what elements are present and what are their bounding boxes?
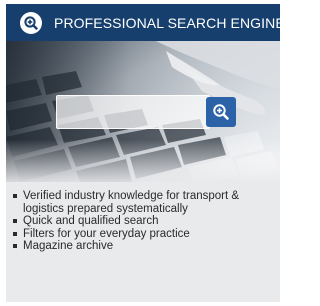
search-plus-icon bbox=[20, 11, 42, 34]
card-header: PROFESSIONAL SEARCH ENGINE bbox=[6, 4, 280, 41]
list-item: Quick and qualified search bbox=[6, 215, 280, 228]
bullet-icon bbox=[13, 231, 17, 236]
feature-text: Magazine archive bbox=[23, 240, 114, 252]
feature-text: Filters for your everyday practice bbox=[23, 227, 190, 240]
card-title: PROFESSIONAL SEARCH ENGINE bbox=[54, 14, 280, 31]
feature-list: Verified industry knowledge for transpor… bbox=[6, 190, 280, 253]
list-item: Magazine archive bbox=[6, 240, 280, 253]
hero-search-button bbox=[206, 97, 236, 127]
feature-text: Quick and qualified search bbox=[23, 215, 159, 227]
feature-text: Verified industry knowledge for transpor… bbox=[23, 190, 240, 215]
bullet-icon bbox=[13, 219, 17, 223]
bullet-icon bbox=[13, 244, 17, 248]
search-engine-card[interactable]: PROFESSIONAL SEARCH ENGINE Verified indu… bbox=[6, 4, 280, 302]
list-item: Filters for your everyday practice bbox=[6, 228, 280, 241]
list-item: Verified industry knowledge for transpor… bbox=[6, 190, 280, 215]
bullet-icon bbox=[13, 194, 17, 198]
hero-search-field bbox=[56, 95, 210, 129]
search-plus-icon bbox=[213, 104, 229, 120]
hero-image bbox=[6, 41, 280, 182]
